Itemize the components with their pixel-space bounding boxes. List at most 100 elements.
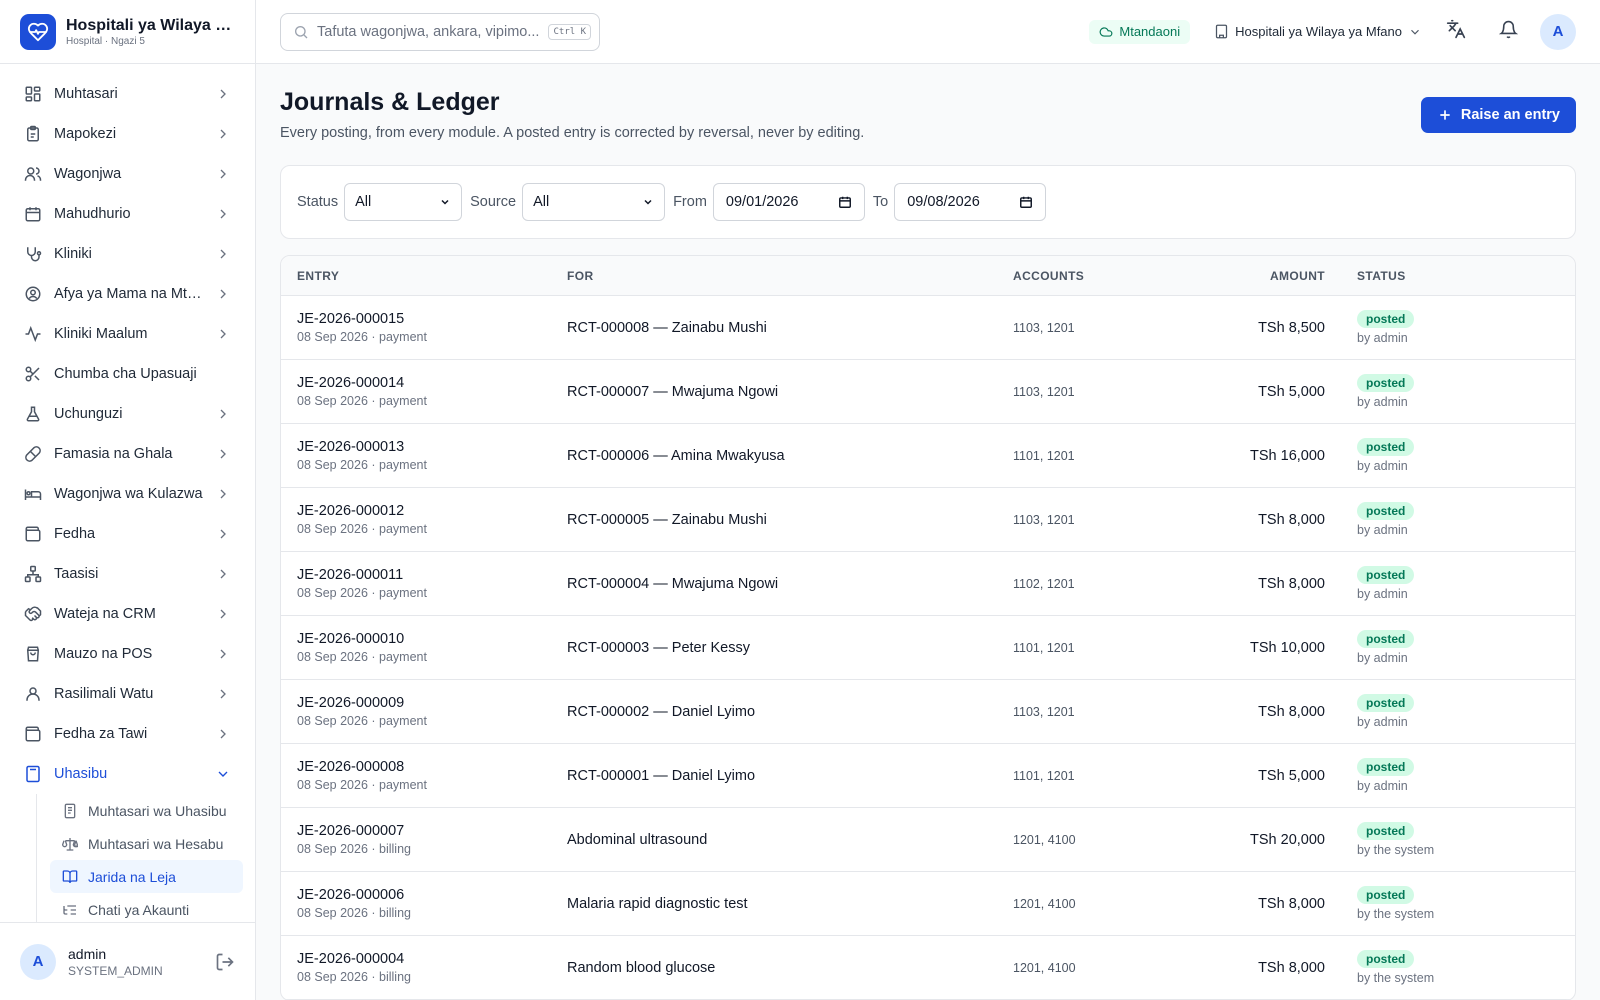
entry-for: RCT-000007 — Mwajuma Ngowi [567,383,779,400]
stethoscope-icon [24,245,42,263]
entry-meta: 08 Sep 2026 · payment [297,650,427,664]
sidebar-item-label: Uhasibu [54,766,108,782]
status-filter-select[interactable]: All [344,183,463,221]
sidebar-item-label: Taasisi [54,566,99,582]
entry-id[interactable]: JE-2026-000008 [297,759,567,775]
entry-amount: TSh 20,000 [1250,831,1325,848]
entry-amount: TSh 8,000 [1258,511,1325,528]
sidebar-item-kulazwa[interactable]: Wagonjwa wa Kulazwa [12,474,243,514]
sidebar-subitem-jarida-leja[interactable]: Jarida na Leja [50,860,243,893]
table-row[interactable]: JE-2026-000009 08 Sep 2026 · payment RCT-0… [281,680,1575,744]
search-box[interactable]: Ctrl K [280,12,600,51]
from-date-value: 09/01/2026 [725,194,799,210]
calendar-icon[interactable] [838,195,852,209]
entry-id[interactable]: JE-2026-000009 [297,695,567,711]
entry-id[interactable]: JE-2026-000007 [297,823,567,839]
raise-entry-label: Raise an entry [1460,107,1560,123]
sidebar-subitem-label: Muhtasari wa Hesabu [88,835,224,852]
entry-amount: TSh 5,000 [1258,383,1325,400]
table-row[interactable]: JE-2026-000004 08 Sep 2026 · billing Rando… [281,936,1575,1000]
sidebar-subitem-muhtasari-uhasibu[interactable]: Muhtasari wa Uhasibu [50,794,243,827]
sidebar-item-rasilimali-watu[interactable]: Rasilimali Watu [12,674,243,714]
search-shortcut: Ctrl K [548,23,591,40]
sidebar-item-afya-mama[interactable]: Afya ya Mama na Mtoto [12,274,243,314]
user-avatar[interactable]: A [20,943,56,980]
entry-for: Abdominal ultrasound [567,831,708,848]
entry-id[interactable]: JE-2026-000012 [297,503,567,519]
table-row[interactable]: JE-2026-000006 08 Sep 2026 · billing Malar… [281,872,1575,936]
entry-id[interactable]: JE-2026-000006 [297,887,567,903]
table-row[interactable]: JE-2026-000012 08 Sep 2026 · payment RCT-0… [281,488,1575,552]
sidebar-subitem-label: Chati ya Akaunti [88,901,190,918]
table-row[interactable]: JE-2026-000011 08 Sep 2026 · payment RCT-0… [281,552,1575,616]
table-row[interactable]: JE-2026-000014 08 Sep 2026 · payment RCT-0… [281,360,1575,424]
sidebar-item-mapokezi[interactable]: Mapokezi [12,114,243,154]
posted-by: by admin [1357,331,1408,345]
sidebar-item-wagonjwa[interactable]: Wagonjwa [12,154,243,194]
entry-amount: TSh 16,000 [1250,447,1325,464]
chevron-right-icon [215,606,231,622]
activity-icon [24,325,42,343]
sidebar-item-kliniki-maalum[interactable]: Kliniki Maalum [12,314,243,354]
sidebar-item-muhtasari[interactable]: Muhtasari [12,74,243,114]
table-row[interactable]: JE-2026-000015 08 Sep 2026 · payment RCT-0… [281,296,1575,360]
sidebar-item-mahudhurio[interactable]: Mahudhurio [12,194,243,234]
sidebar-subitem-muhtasari-hesabu[interactable]: Muhtasari wa Hesabu [50,827,243,860]
table-row[interactable]: JE-2026-000008 08 Sep 2026 · payment RCT-0… [281,744,1575,808]
column-header-for[interactable]: FOR [567,269,1013,283]
notifications-button[interactable] [1490,14,1526,50]
calendar-icon[interactable] [1019,195,1033,209]
chevron-right-icon [215,246,231,262]
facility-switcher[interactable]: Hospitali ya Wilaya ya Mfano [1214,24,1422,39]
sidebar-item-label: Fedha [54,526,96,542]
table-row[interactable]: JE-2026-000013 08 Sep 2026 · payment RCT-0… [281,424,1575,488]
entry-id[interactable]: JE-2026-000013 [297,439,567,455]
logout-icon[interactable] [215,952,235,972]
entry-id[interactable]: JE-2026-000010 [297,631,567,647]
sidebar-item-famasia[interactable]: Famasia na Ghala [12,434,243,474]
sidebar-item-fedha[interactable]: Fedha [12,514,243,554]
user-box: A admin SYSTEM_ADMIN [0,922,255,1000]
table-row[interactable]: JE-2026-000010 08 Sep 2026 · payment RCT-0… [281,616,1575,680]
sidebar-item-label: Mauzo na POS [54,646,153,662]
entry-for: RCT-000001 — Daniel Lyimo [567,767,756,784]
brand[interactable]: Hospitali ya Wilaya ya Mfano Hospital · … [0,0,255,64]
column-header-status[interactable]: STATUS [1357,269,1575,283]
raise-entry-button[interactable]: Raise an entry [1420,97,1576,133]
sidebar-item-wateja-crm[interactable]: Wateja na CRM [12,594,243,634]
handshake-icon [24,605,42,623]
entry-id[interactable]: JE-2026-000014 [297,375,567,391]
search-input[interactable] [317,23,549,40]
sidebar-item-mauzo-pos[interactable]: Mauzo na POS [12,634,243,674]
sidebar-item-uhasibu[interactable]: Uhasibu [12,754,243,794]
column-header-amount[interactable]: AMOUNT [1203,269,1357,283]
source-filter-select[interactable]: All [522,183,666,221]
cloud-icon [1099,25,1113,39]
entry-amount: TSh 8,000 [1258,703,1325,720]
column-header-entry[interactable]: ENTRY [281,269,567,283]
entry-id[interactable]: JE-2026-000004 [297,951,567,967]
calendar-icon [24,205,42,223]
sidebar-item-label: Kliniki [54,246,92,262]
language-button[interactable] [1438,14,1474,50]
online-status-badge: Mtandaoni [1089,19,1191,44]
entry-id[interactable]: JE-2026-000015 [297,311,567,327]
sidebar-item-label: Afya ya Mama na Mtoto [54,286,207,302]
sidebar-item-label: Wagonjwa wa Kulazwa [54,486,203,502]
entry-id[interactable]: JE-2026-000011 [297,567,567,583]
sidebar-item-uchunguzi[interactable]: Uchunguzi [12,394,243,434]
user-avatar-button[interactable]: A [1540,13,1576,50]
sidebar-item-upasuaji[interactable]: Chumba cha Upasuaji [12,354,243,394]
chevron-right-icon [215,686,231,702]
from-date-input[interactable]: 09/01/2026 [712,183,865,221]
column-header-accounts[interactable]: ACCOUNTS [1013,269,1203,283]
sidebar-item-taasisi[interactable]: Taasisi [12,554,243,594]
sidebar-item-fedha-tawi[interactable]: Fedha za Tawi [12,714,243,754]
status-badge: posted [1357,566,1415,584]
table-row[interactable]: JE-2026-000007 08 Sep 2026 · billing Abdom… [281,808,1575,872]
to-date-input[interactable]: 09/08/2026 [894,183,1047,221]
chevron-down-icon [215,766,231,782]
sidebar-item-kliniki[interactable]: Kliniki [12,234,243,274]
entry-meta: 08 Sep 2026 · payment [297,394,427,408]
entry-for: RCT-000004 — Mwajuma Ngowi [567,575,779,592]
